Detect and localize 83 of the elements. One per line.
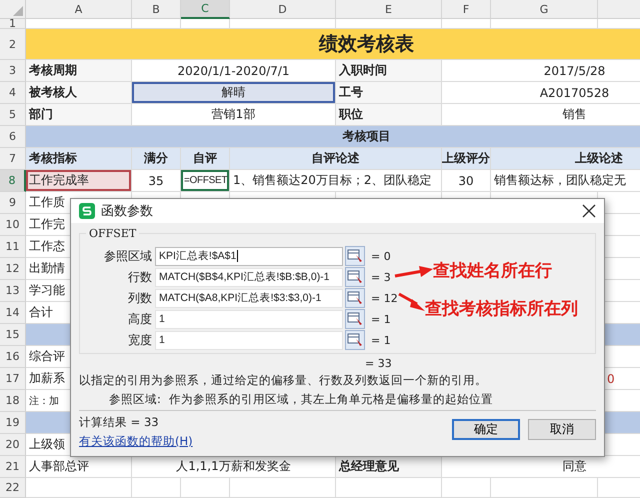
column-header[interactable]: A [26, 0, 132, 19]
row-header[interactable]: 4 [0, 82, 26, 104]
calculation-result: 计算结果 = 33 [79, 415, 160, 430]
table-cell: 职位 [336, 104, 442, 126]
arrow-icon [394, 265, 434, 278]
formula-result: = 33 [365, 357, 392, 370]
table-cell: 被考核人 [26, 82, 132, 104]
argument-label: 宽度 [127, 332, 153, 348]
table-cell: 2017/5/28 [442, 60, 640, 82]
row-header[interactable]: 6 [0, 126, 26, 148]
column-title: 自评论述 [230, 148, 442, 170]
range-picker-icon[interactable] [345, 288, 365, 308]
row-header[interactable]: 8 [0, 170, 26, 192]
argument-field[interactable]: 1 [155, 330, 343, 350]
cancel-button[interactable]: 取消 [528, 419, 596, 440]
table-cell: 总经理意见 [336, 456, 442, 478]
row-header[interactable]: 18 [0, 390, 26, 412]
range-picker-icon[interactable] [345, 309, 365, 329]
row-header[interactable]: 3 [0, 60, 26, 82]
row-header[interactable]: 5 [0, 104, 26, 126]
table-cell [181, 478, 230, 498]
annotation-label: 查找考核指标所在列 [425, 298, 578, 320]
row-header[interactable]: 11 [0, 236, 26, 258]
column-title: 上级评分 [442, 148, 491, 170]
argument-field[interactable]: MATCH($B$4,KPI汇总表!$B:$B,0)-1 [155, 268, 343, 286]
ok-button[interactable]: 确定 [452, 419, 520, 440]
argument-field[interactable]: 1 [155, 310, 343, 328]
row-header[interactable]: 7 [0, 148, 26, 170]
column-title: 考核指标 [26, 148, 132, 170]
column-header[interactable]: E [336, 0, 442, 19]
row-header[interactable]: 19 [0, 412, 26, 434]
row-header[interactable]: 10 [0, 214, 26, 236]
column-header[interactable]: D [230, 0, 336, 19]
table-cell [132, 478, 181, 498]
argument-result: = 1 [371, 312, 391, 326]
function-name: OFFSET [86, 227, 140, 240]
row-header[interactable]: 12 [0, 258, 26, 280]
close-icon[interactable] [582, 204, 596, 218]
column-title: 自评 [181, 148, 230, 170]
sheet-title: 绩效考核表 [26, 29, 640, 60]
app-logo-icon [79, 203, 95, 219]
table-cell: 入职时间 [336, 60, 442, 82]
column-title: 上级论述 [491, 148, 640, 170]
table-cell: A20170528 [442, 82, 640, 104]
row-header[interactable]: 1 [0, 19, 26, 29]
argument-field[interactable]: KPI汇总表!$A$1 [155, 246, 343, 266]
arrow-icon [398, 292, 426, 312]
table-cell: 工号 [336, 82, 442, 104]
row-header[interactable]: 2 [0, 29, 26, 60]
table-cell [442, 478, 491, 498]
row-header[interactable]: 21 [0, 456, 26, 478]
row-header[interactable]: 13 [0, 280, 26, 302]
table-cell: 35 [132, 170, 181, 192]
table-cell: 部门 [26, 104, 132, 126]
table-cell: 30 [442, 170, 491, 192]
argument-result: = 1 [371, 334, 391, 346]
row-header[interactable]: 15 [0, 324, 26, 346]
range-picker-icon[interactable] [345, 246, 365, 266]
table-cell: 考核周期 [26, 60, 132, 82]
argument-field[interactable]: MATCH($A8,KPI汇总表!$3:$3,0)-1 [155, 288, 343, 308]
column-header[interactable]: G [491, 0, 598, 19]
row-header[interactable]: 16 [0, 346, 26, 368]
row-header[interactable]: 17 [0, 368, 26, 390]
table-cell: 工作完成率 [26, 170, 132, 192]
argument-result: = 0 [371, 250, 391, 262]
table-cell: 1、销售额达20万目标；2、团队稳定 [230, 170, 442, 192]
range-picker-icon[interactable] [345, 330, 365, 350]
column-header[interactable]: B [132, 0, 181, 19]
column-header[interactable]: C [181, 0, 230, 19]
column-header[interactable]: F [442, 0, 491, 19]
table-cell: 解晴 [132, 82, 336, 104]
row-header[interactable]: 9 [0, 192, 26, 214]
section-header: 考核项目 [26, 126, 640, 148]
column-title: 满分 [132, 148, 181, 170]
row-header[interactable]: 22 [0, 478, 26, 498]
table-cell: 销售额达标，团队稳定无 [491, 170, 640, 192]
row-header[interactable]: 20 [0, 434, 26, 456]
annotation-label: 查找姓名所在行 [433, 260, 552, 282]
argument-result: = 3 [371, 270, 391, 284]
range-picker-icon[interactable] [345, 267, 365, 287]
row-header[interactable]: 14 [0, 302, 26, 324]
argument-result: = 12 [371, 292, 398, 304]
argument-help-text: 作为参照系的引用区域，其左上角单元格是偏移量的起始位置 [168, 392, 493, 407]
